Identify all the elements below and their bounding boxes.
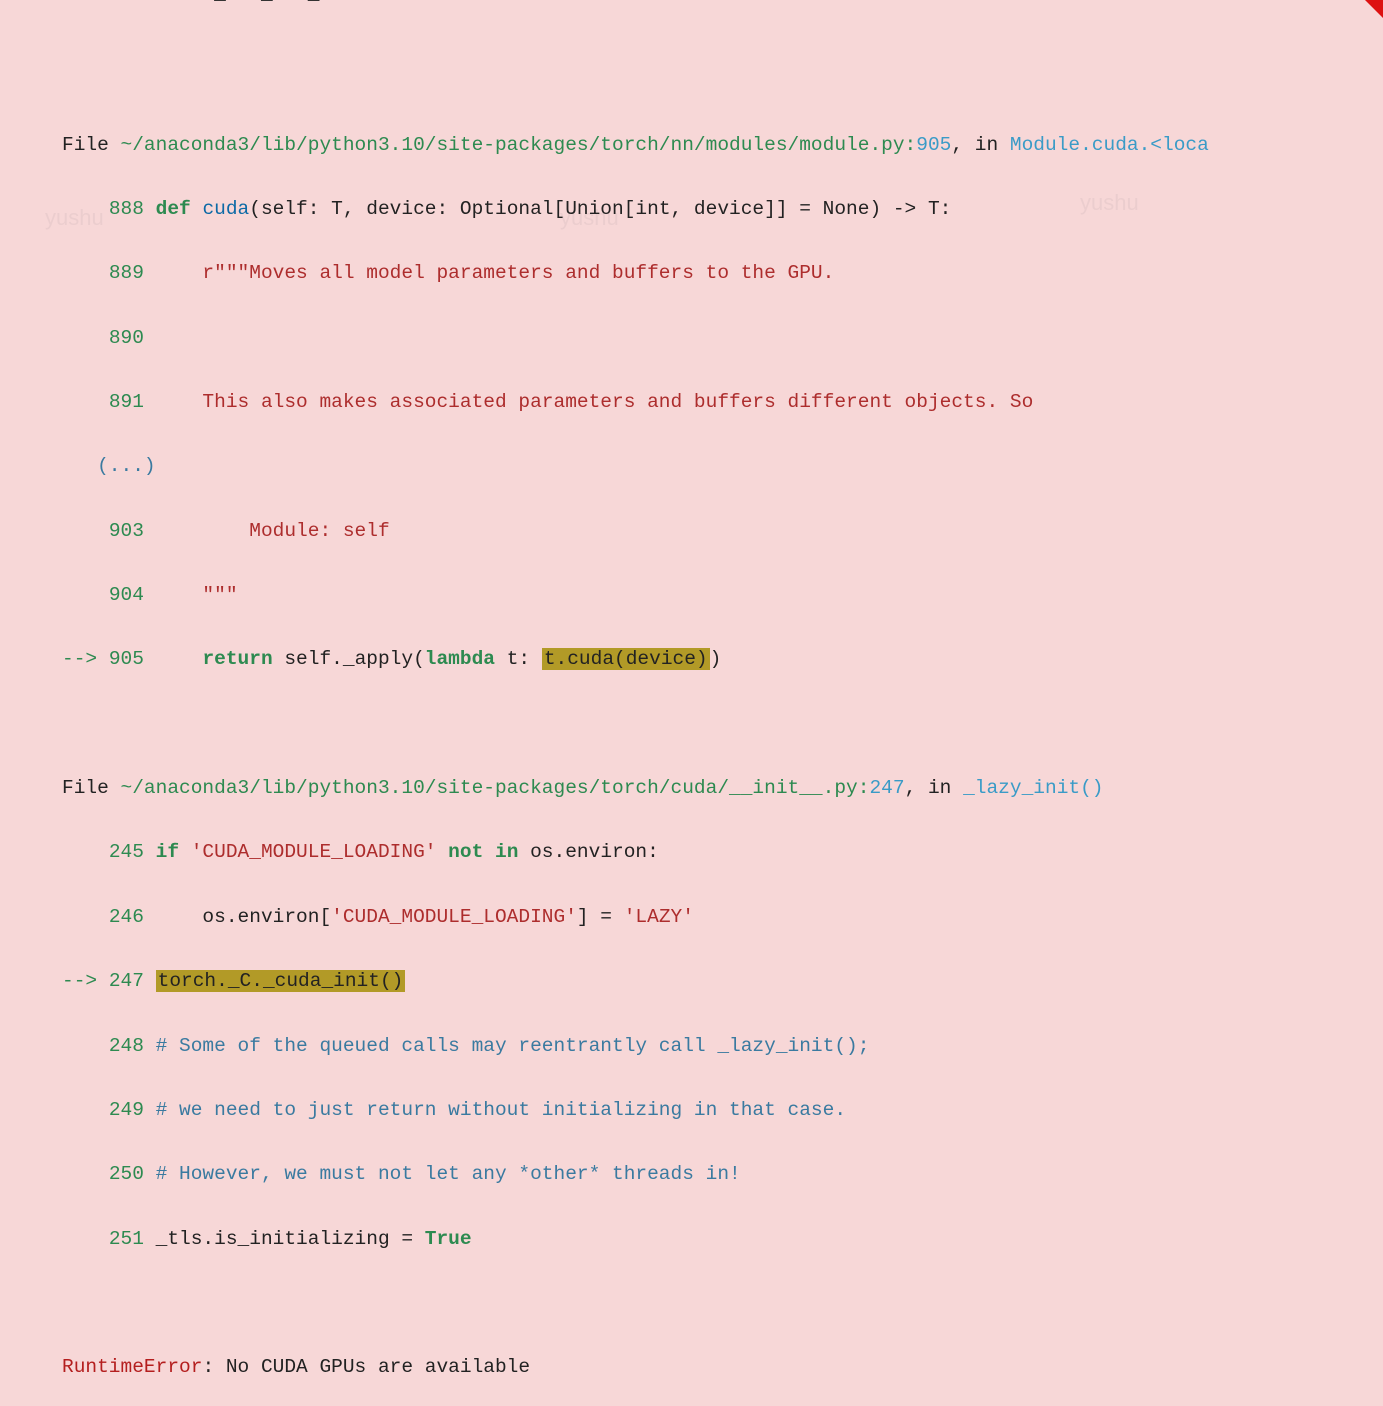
comment: # we need to just return without initial…	[156, 1099, 846, 1121]
in-word: , in	[905, 777, 964, 799]
comment: # However, we must not let any *other* t…	[156, 1163, 741, 1185]
arrow-marker: -->	[62, 648, 109, 670]
file-lineno: 247	[869, 777, 904, 799]
file-path: ~/anaconda3/lib/python3.10/site-packages…	[121, 777, 870, 799]
docstring: This also makes associated parameters an…	[144, 391, 1033, 413]
partial-top-line: 822 if should_use_set_data:	[62, 0, 378, 10]
keyword-if: if	[109, 0, 132, 5]
code-line-arrow: --> 247 torch._C._cuda_init()	[62, 965, 1321, 997]
blank-line	[62, 708, 1321, 740]
line-number: 249	[109, 1099, 144, 1121]
line-number: 247	[109, 970, 144, 992]
traceback-output: 822 if should_use_set_data: File ~/anaco…	[0, 0, 1383, 1406]
code-line: 250 # However, we must not let any *othe…	[62, 1158, 1321, 1190]
code-text: (self: T, device: Optional[Union[int, de…	[249, 198, 951, 220]
line-number: 248	[109, 1035, 144, 1057]
code-text: should_use_set_data:	[144, 0, 378, 5]
line-number: 889	[109, 262, 144, 284]
string-literal: 'LAZY'	[624, 906, 694, 928]
file-word: File	[62, 777, 121, 799]
code-text: _tls.is_initializing =	[156, 1228, 425, 1250]
line-number: 904	[109, 584, 144, 606]
ellipsis: (...)	[97, 455, 156, 477]
line-number: 251	[109, 1228, 144, 1250]
file-word: File	[62, 134, 121, 156]
frame-header: File ~/anaconda3/lib/python3.10/site-pac…	[62, 129, 1321, 161]
code-text: self._apply(	[273, 648, 425, 670]
code-line-arrow: --> 905 return self._apply(lambda t: t.c…	[62, 643, 1321, 675]
line-number: 890	[109, 327, 144, 349]
code-text: )	[710, 648, 722, 670]
line-number: 903	[109, 520, 144, 542]
keyword-lambda: lambda	[425, 648, 495, 670]
code-line: 248 # Some of the queued calls may reent…	[62, 1030, 1321, 1062]
comment: # Some of the queued calls may reentrant…	[156, 1035, 870, 1057]
string-literal: 'CUDA_MODULE_LOADING'	[191, 841, 437, 863]
keyword-return: return	[202, 648, 272, 670]
highlighted-call: t.cuda(device)	[542, 648, 710, 670]
error-name: RuntimeError	[62, 1356, 202, 1378]
keyword-notin: not in	[436, 841, 530, 863]
docstring: Module: self	[144, 520, 390, 542]
line-number: 822	[62, 0, 97, 5]
code-text: t:	[495, 648, 542, 670]
arrow-marker: -->	[62, 970, 109, 992]
docstring: r"""Moves all model parameters and buffe…	[156, 262, 835, 284]
keyword-true: True	[425, 1228, 472, 1250]
code-text: os.environ[	[156, 906, 332, 928]
frame-header: File ~/anaconda3/lib/python3.10/site-pac…	[62, 772, 1321, 804]
code-text: os.environ:	[530, 841, 659, 863]
line-number: 891	[109, 391, 144, 413]
code-line: 251 _tls.is_initializing = True	[62, 1223, 1321, 1255]
line-number: 905	[109, 648, 144, 670]
line-number: 250	[109, 1163, 144, 1185]
line-number: 246	[109, 906, 144, 928]
func-name: cuda	[202, 198, 249, 220]
blank-line	[62, 1287, 1321, 1319]
code-line: 889 r"""Moves all model parameters and b…	[62, 257, 1321, 289]
ellipsis-line: (...)	[62, 450, 1321, 482]
code-line: 246 os.environ['CUDA_MODULE_LOADING'] = …	[62, 901, 1321, 933]
blank-line	[62, 64, 1321, 96]
code-line: 249 # we need to just return without ini…	[62, 1094, 1321, 1126]
in-word: , in	[951, 134, 1010, 156]
code-line: 904 """	[62, 579, 1321, 611]
string-literal: 'CUDA_MODULE_LOADING'	[331, 906, 577, 928]
corner-marker	[1365, 0, 1383, 18]
file-lineno: 905	[916, 134, 951, 156]
code-line: 245 if 'CUDA_MODULE_LOADING' not in os.e…	[62, 836, 1321, 868]
code-line: 903 Module: self	[62, 515, 1321, 547]
frame-func: _lazy_init()	[963, 777, 1103, 799]
docstring: """	[144, 584, 238, 606]
code-line: 891 This also makes associated parameter…	[62, 386, 1321, 418]
code-text: ] =	[577, 906, 624, 928]
code-line: 888 def cuda(self: T, device: Optional[U…	[62, 193, 1321, 225]
line-number: 245	[109, 841, 144, 863]
keyword-if: if	[156, 841, 191, 863]
frame-func: Module.cuda.<loca	[1010, 134, 1209, 156]
line-number: 888	[109, 198, 144, 220]
error-line: RuntimeError: No CUDA GPUs are available	[62, 1351, 1321, 1383]
keyword-def: def	[156, 198, 203, 220]
error-message: : No CUDA GPUs are available	[202, 1356, 530, 1378]
code-line: 890	[62, 322, 1321, 354]
file-path: ~/anaconda3/lib/python3.10/site-packages…	[121, 134, 917, 156]
highlighted-call: torch._C._cuda_init()	[156, 970, 406, 992]
